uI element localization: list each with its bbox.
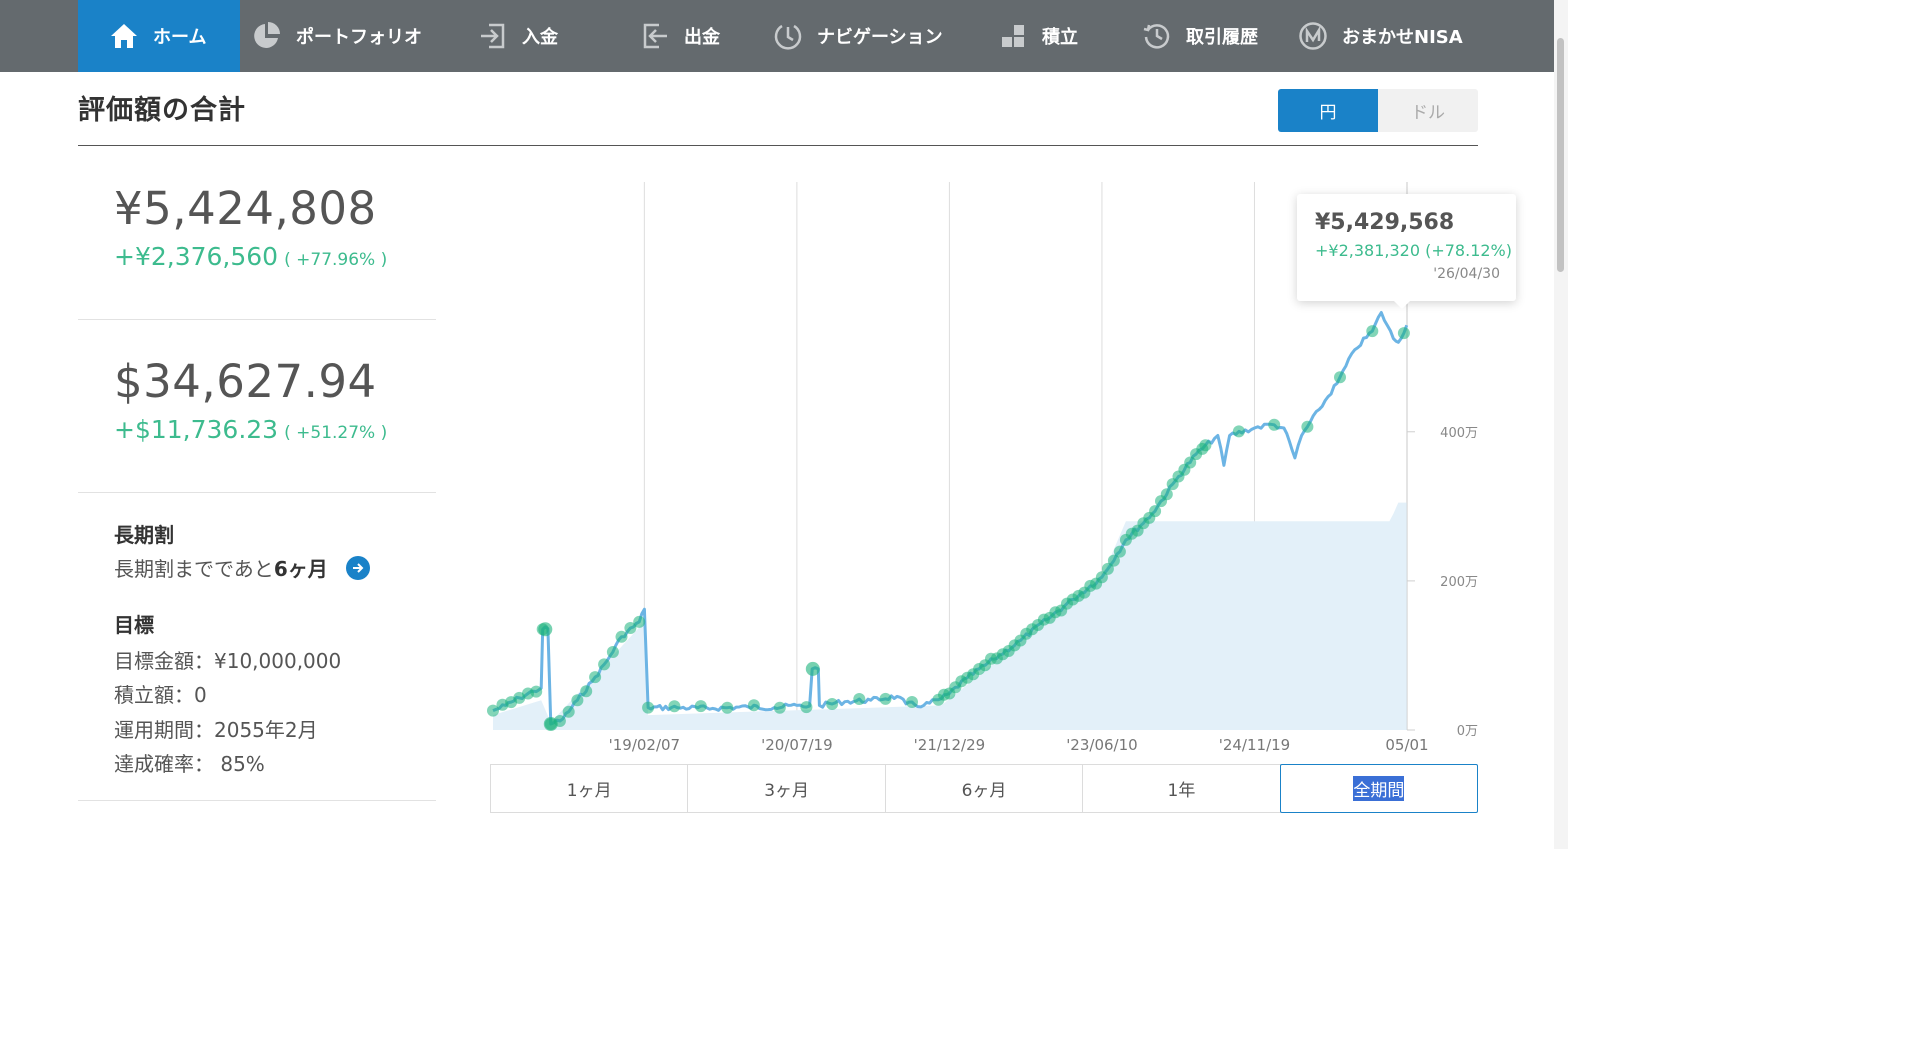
tooltip-date: '26/04/30	[1433, 266, 1500, 282]
transaction-dot	[747, 699, 760, 712]
transaction-dot	[562, 705, 575, 718]
transaction-dot	[1268, 418, 1281, 431]
y-tick-label: 200万	[1440, 575, 1478, 590]
transaction-dot	[598, 658, 611, 671]
transaction-dot	[571, 694, 584, 707]
period-tab-6m[interactable]: 6ヶ月	[884, 764, 1084, 813]
transaction-dot	[805, 661, 820, 676]
tooltip-caret	[1393, 300, 1411, 309]
transaction-dot	[853, 693, 866, 705]
transaction-dot	[538, 622, 553, 637]
transaction-dot	[589, 671, 602, 684]
period-tab-all[interactable]: 全期間	[1279, 764, 1479, 813]
transaction-dot	[1149, 505, 1162, 518]
y-tick-label: 0万	[1457, 724, 1478, 739]
y-tick-label: 400万	[1440, 426, 1478, 441]
period-tab-label: 3ヶ月	[764, 781, 810, 801]
transaction-dot	[721, 701, 734, 714]
x-tick-label: '20/07/19	[761, 736, 833, 754]
tooltip-value: ¥5,429,568	[1315, 210, 1455, 235]
transaction-dot	[642, 701, 655, 714]
tooltip-gain: +¥2,381,320 (+78.12%)	[1315, 241, 1512, 260]
transaction-dot	[580, 685, 593, 698]
chart-tooltip: ¥5,429,568 +¥2,381,320 (+78.12%) '26/04/…	[1297, 194, 1516, 309]
period-tab-label: 1ヶ月	[566, 781, 612, 801]
transaction-dot	[694, 700, 707, 713]
transaction-dot	[530, 685, 543, 698]
period-tab-1m[interactable]: 1ヶ月	[490, 764, 689, 813]
period-tab-label: 全期間	[1353, 776, 1405, 801]
period-tab-label: 6ヶ月	[961, 781, 1007, 801]
x-tick-label: '21/12/29	[914, 736, 986, 754]
transaction-dot	[1301, 420, 1314, 433]
transaction-dot	[826, 698, 839, 710]
transaction-dot	[800, 701, 813, 714]
x-tick-label: 05/01	[1385, 736, 1428, 754]
transaction-dot	[879, 692, 892, 705]
transaction-dot	[1334, 371, 1346, 384]
transaction-dot	[1232, 425, 1245, 438]
x-tick-label: '19/02/07	[609, 736, 681, 754]
period-tab-label: 1年	[1167, 781, 1196, 801]
x-tick-label: '23/06/10	[1066, 736, 1138, 754]
x-tick-label: '24/11/19	[1219, 736, 1291, 754]
transaction-dot	[1160, 488, 1173, 501]
transaction-dot	[615, 630, 628, 643]
transaction-dot	[1199, 439, 1212, 452]
period-tab-3m[interactable]: 3ヶ月	[687, 764, 886, 813]
transaction-dot	[1113, 545, 1126, 558]
asset-chart[interactable]: '19/02/07 '20/07/19 '21/12/29 '23/06/10 '24/…	[0, 0, 1568, 849]
transaction-dot	[543, 717, 558, 731]
transaction-dot	[773, 701, 786, 714]
transaction-dot	[906, 696, 918, 708]
transaction-dot	[668, 700, 681, 713]
period-tabs: 1ヶ月 3ヶ月 6ヶ月 1年 全期間	[490, 764, 1479, 813]
transaction-dot	[633, 615, 646, 628]
period-tab-1y[interactable]: 1年	[1082, 764, 1281, 813]
transaction-dot	[1397, 327, 1410, 340]
transaction-dot	[606, 646, 619, 658]
transaction-dot	[1366, 325, 1379, 338]
